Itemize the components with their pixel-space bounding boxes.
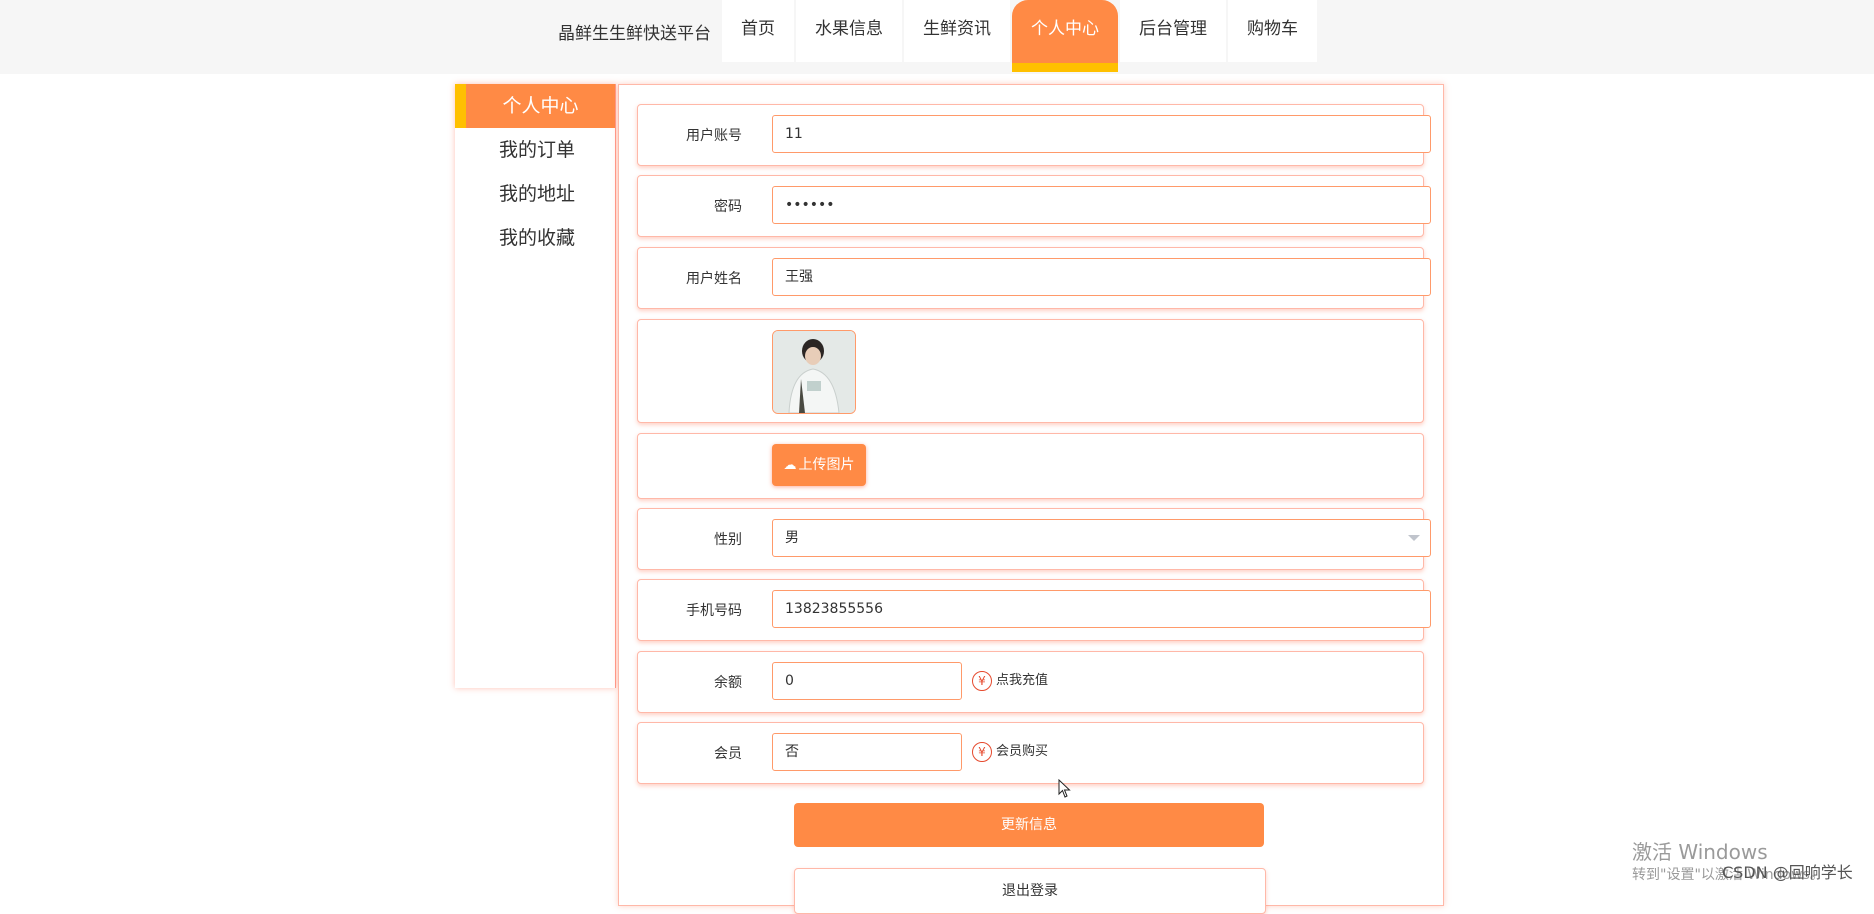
avatar-photo [773, 331, 855, 413]
cloud-upload-icon: ☁ [783, 458, 797, 473]
gender-label: 性别 [714, 532, 742, 548]
name-input[interactable]: 王强 [772, 258, 1431, 296]
windows-activation-title: 激活 Windows [1632, 840, 1768, 864]
password-input[interactable]: •••••• [772, 186, 1431, 224]
recharge-label: 点我充值 [996, 673, 1049, 688]
password-label: 密码 [714, 199, 742, 215]
upload-button-label: 上传图片 [798, 457, 855, 473]
form-row-gender: 性别 男 [637, 508, 1431, 570]
form-row-balance: 余额 0 ¥ 点我充值 [637, 651, 1424, 713]
member-label: 会员 [714, 746, 742, 762]
csdn-watermark: CSDN @回响学长 [1722, 863, 1853, 882]
nav-home[interactable]: 首页 [722, 0, 794, 62]
buy-membership-label: 会员购买 [996, 744, 1049, 759]
phone-label: 手机号码 [686, 603, 742, 619]
mouse-cursor-icon [1058, 779, 1071, 798]
profile-form-panel: 用户账号 11 密码 •••••• 用户姓名 王强 ☁ 上传图片 性别 男 手机… [618, 84, 1444, 914]
upload-image-button[interactable]: ☁ 上传图片 [772, 444, 866, 486]
side-item-my-orders[interactable]: 我的订单 [455, 128, 615, 172]
account-label: 用户账号 [686, 128, 742, 144]
side-item-personal-center[interactable]: 个人中心 [455, 84, 615, 128]
phone-input[interactable]: 13823855556 [772, 590, 1431, 628]
balance-label: 余额 [714, 675, 742, 691]
yen-icon: ¥ [972, 741, 992, 762]
account-input[interactable]: 11 [772, 115, 1431, 153]
top-navigation-bar: 晶鲜生生鲜快送平台 首页 水果信息 生鲜资讯 个人中心 后台管理 购物车 [0, 0, 1874, 74]
buy-membership-link[interactable]: ¥ 会员购买 [972, 733, 1048, 771]
nav-admin[interactable]: 后台管理 [1120, 0, 1226, 62]
nav-fruit-info[interactable]: 水果信息 [796, 0, 902, 62]
update-info-button[interactable]: 更新信息 [794, 803, 1264, 847]
form-row-name: 用户姓名 王强 [637, 247, 1431, 309]
form-row-account: 用户账号 11 [637, 104, 1431, 166]
main-nav: 首页 水果信息 生鲜资讯 个人中心 后台管理 购物车 [722, 0, 1319, 72]
form-row-phone: 手机号码 13823855556 [637, 579, 1431, 641]
form-row-avatar [637, 319, 1424, 423]
yen-icon: ¥ [972, 670, 992, 691]
recharge-link[interactable]: ¥ 点我充值 [972, 662, 1048, 700]
nav-cart[interactable]: 购物车 [1228, 0, 1317, 62]
gender-select-value: 男 [785, 530, 799, 546]
logout-button[interactable]: 退出登录 [794, 868, 1266, 914]
nav-personal-center[interactable]: 个人中心 [1012, 0, 1118, 72]
avatar-image[interactable] [772, 330, 856, 414]
form-row-upload: ☁ 上传图片 [637, 433, 1424, 499]
side-item-my-address[interactable]: 我的地址 [455, 172, 615, 216]
gender-select[interactable]: 男 [772, 519, 1431, 557]
site-brand[interactable]: 晶鲜生生鲜快送平台 [558, 22, 711, 46]
side-menu: 个人中心 我的订单 我的地址 我的收藏 [455, 84, 616, 688]
member-input[interactable]: 否 [772, 733, 962, 771]
balance-input[interactable]: 0 [772, 662, 962, 700]
form-row-member: 会员 否 ¥ 会员购买 [637, 722, 1424, 784]
nav-fresh-news[interactable]: 生鲜资讯 [904, 0, 1010, 62]
name-label: 用户姓名 [686, 271, 742, 287]
chevron-down-icon [1408, 535, 1420, 541]
form-row-password: 密码 •••••• [637, 175, 1431, 237]
side-item-my-favorites[interactable]: 我的收藏 [455, 216, 615, 260]
